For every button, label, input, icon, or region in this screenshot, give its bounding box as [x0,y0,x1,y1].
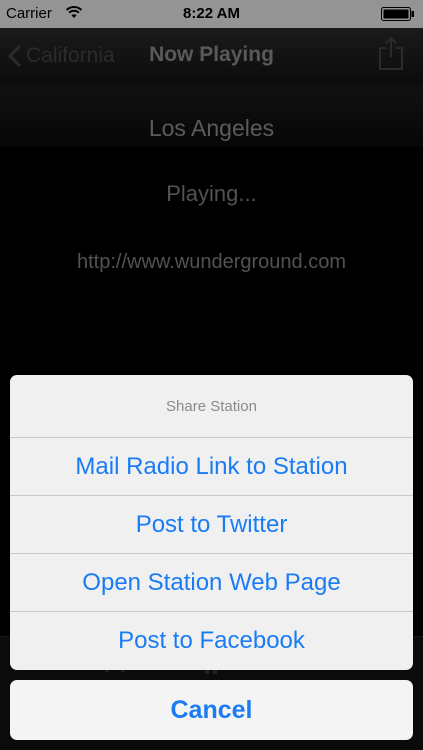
post-to-twitter-button[interactable]: Post to Twitter [10,496,413,554]
cancel-button[interactable]: Cancel [10,680,413,740]
mail-radio-link-button[interactable]: Mail Radio Link to Station [10,438,413,496]
open-station-web-page-button[interactable]: Open Station Web Page [10,554,413,612]
share-action-sheet: Share Station Mail Radio Link to Station… [10,375,413,670]
post-to-facebook-button[interactable]: Post to Facebook [10,612,413,670]
action-sheet-title: Share Station [10,375,413,438]
